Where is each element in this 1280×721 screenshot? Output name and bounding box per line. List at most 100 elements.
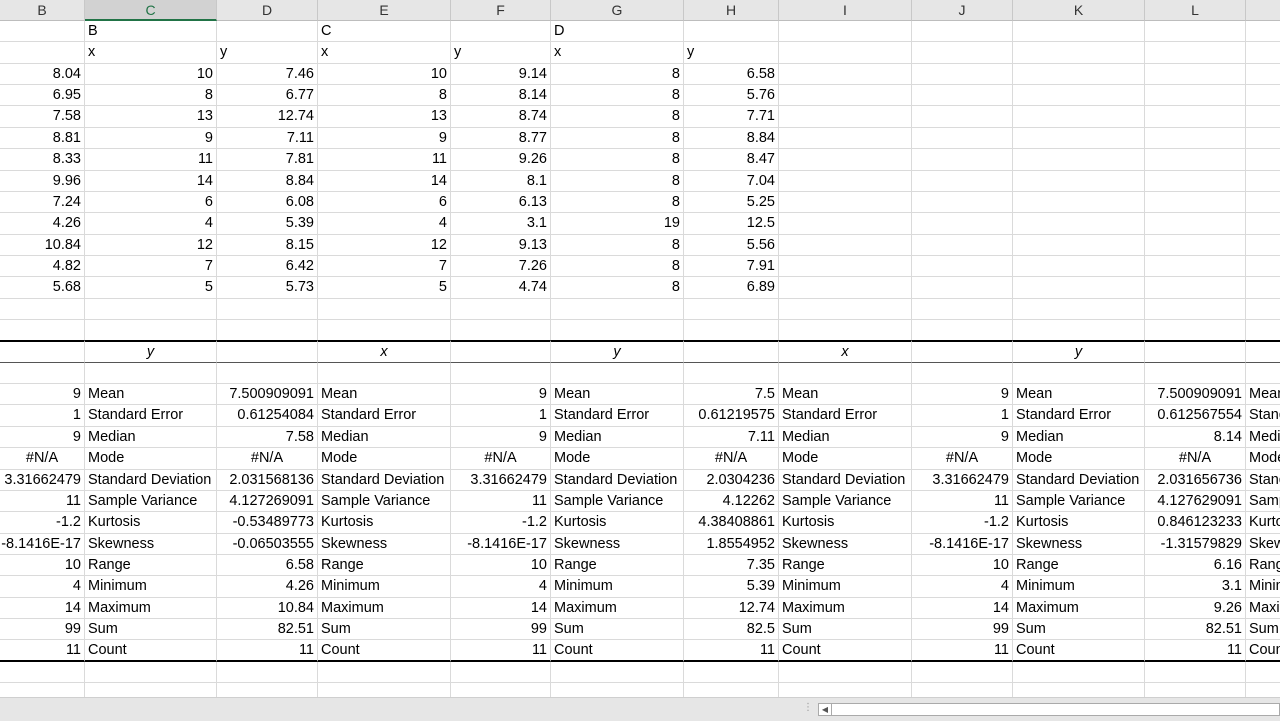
cell-e1[interactable]: C [318, 21, 451, 43]
cell-d27[interactable]: 4.26 [217, 576, 318, 598]
cell-l1[interactable] [1145, 21, 1246, 43]
cell-k1[interactable] [1013, 21, 1145, 43]
cell-l3[interactable] [1145, 63, 1246, 86]
cell-g23[interactable]: Sample Variance [551, 490, 684, 513]
cell-j17[interactable] [912, 362, 1013, 385]
cell-j32[interactable] [912, 683, 1013, 697]
cell-g9[interactable]: 8 [551, 191, 684, 214]
cell-i21[interactable]: Mode [779, 448, 912, 470]
cell-l2[interactable] [1145, 42, 1246, 64]
column-header-c[interactable]: C [85, 0, 217, 21]
cell-h29[interactable]: 82.5 [684, 619, 779, 641]
cell-f6[interactable]: 8.77 [451, 127, 551, 150]
cell-g3[interactable]: 8 [551, 63, 684, 86]
cell-f29[interactable]: 99 [451, 619, 551, 641]
cell-b27[interactable]: 4 [0, 576, 85, 598]
cell-f3[interactable]: 9.14 [451, 63, 551, 86]
cell-f25[interactable]: -8.1416E-17 [451, 533, 551, 555]
cell-l25[interactable]: -1.31579829 [1145, 533, 1246, 555]
cell-c26[interactable]: Range [85, 555, 217, 577]
cell-g12[interactable]: 8 [551, 255, 684, 278]
cell-e14[interactable] [318, 298, 451, 321]
cell-h24[interactable]: 4.38408861 [684, 512, 779, 534]
cell-d28[interactable]: 10.84 [217, 597, 318, 620]
cell-c2[interactable]: x [85, 42, 217, 64]
cell-k19[interactable]: Standard Error [1013, 405, 1145, 427]
cell-g11[interactable]: 8 [551, 234, 684, 256]
cell-m9[interactable] [1246, 192, 1280, 214]
cell-d18[interactable]: 7.500909091 [217, 384, 318, 406]
cell-c5[interactable]: 13 [85, 106, 217, 128]
cell-h5[interactable]: 7.71 [684, 106, 779, 128]
cell-d6[interactable]: 7.11 [217, 127, 318, 150]
cell-m1[interactable] [1246, 21, 1280, 43]
cell-i27[interactable]: Minimum [779, 576, 912, 598]
cell-d31[interactable] [217, 661, 318, 684]
spreadsheet-grid[interactable]: BCDEFGHIJKLMBCDxyxyxy8.04107.46109.1486.… [0, 0, 1280, 697]
cell-e24[interactable]: Kurtosis [318, 512, 451, 534]
cell-k7[interactable] [1013, 149, 1145, 171]
cell-h4[interactable]: 5.76 [684, 85, 779, 107]
cell-e29[interactable]: Sum [318, 619, 451, 641]
cell-f4[interactable]: 8.14 [451, 85, 551, 107]
cell-d29[interactable]: 82.51 [217, 619, 318, 641]
cell-i12[interactable] [779, 255, 912, 278]
cell-d21[interactable]: #N/A [217, 448, 318, 470]
cell-e20[interactable]: Median [318, 426, 451, 449]
cell-c29[interactable]: Sum [85, 619, 217, 641]
cell-k17[interactable] [1013, 362, 1145, 385]
cell-k6[interactable] [1013, 127, 1145, 150]
cell-l28[interactable]: 9.26 [1145, 597, 1246, 620]
cell-i8[interactable] [779, 170, 912, 192]
cell-m7[interactable] [1246, 149, 1280, 171]
cell-i30[interactable]: Count [779, 640, 912, 662]
cell-f10[interactable]: 3.1 [451, 213, 551, 235]
cell-i32[interactable] [779, 683, 912, 697]
cell-b2[interactable] [0, 42, 85, 64]
cell-f7[interactable]: 9.26 [451, 149, 551, 171]
cell-c16[interactable]: y [85, 340, 217, 363]
cell-h32[interactable] [684, 683, 779, 697]
cell-f13[interactable]: 4.74 [451, 277, 551, 299]
cell-c3[interactable]: 10 [85, 63, 217, 86]
cell-m32[interactable] [1246, 683, 1280, 697]
cell-k22[interactable]: Standard Deviation [1013, 469, 1145, 491]
cell-g13[interactable]: 8 [551, 277, 684, 299]
cell-h26[interactable]: 7.35 [684, 555, 779, 577]
cell-k2[interactable] [1013, 42, 1145, 64]
cell-i22[interactable]: Standard Deviation [779, 469, 912, 491]
cell-h21[interactable]: #N/A [684, 448, 779, 470]
cell-j9[interactable] [912, 191, 1013, 214]
cell-j7[interactable] [912, 149, 1013, 171]
cell-h27[interactable]: 5.39 [684, 576, 779, 598]
splitter-handle[interactable]: ⋮ [803, 702, 813, 713]
cell-e5[interactable]: 13 [318, 106, 451, 128]
cell-k13[interactable] [1013, 277, 1145, 299]
cell-c22[interactable]: Standard Deviation [85, 469, 217, 491]
cell-h20[interactable]: 7.11 [684, 426, 779, 449]
cell-i1[interactable] [779, 21, 912, 43]
cell-k4[interactable] [1013, 85, 1145, 107]
cell-i31[interactable] [779, 661, 912, 684]
cell-m10[interactable] [1246, 213, 1280, 235]
cell-e11[interactable]: 12 [318, 234, 451, 256]
cell-f28[interactable]: 14 [451, 597, 551, 620]
cell-m23[interactable]: Sample Variance [1246, 491, 1280, 513]
cell-g18[interactable]: Mean [551, 384, 684, 406]
cell-b14[interactable] [0, 298, 85, 321]
cell-j14[interactable] [912, 298, 1013, 321]
cell-g20[interactable]: Median [551, 426, 684, 449]
cell-c9[interactable]: 6 [85, 191, 217, 214]
cell-d12[interactable]: 6.42 [217, 255, 318, 278]
cell-e2[interactable]: x [318, 42, 451, 64]
cell-b30[interactable]: 11 [0, 640, 85, 662]
cell-g2[interactable]: x [551, 42, 684, 64]
cell-l30[interactable]: 11 [1145, 640, 1246, 662]
cell-b22[interactable]: 3.31662479 [0, 469, 85, 491]
cell-l5[interactable] [1145, 106, 1246, 128]
cell-b17[interactable] [0, 362, 85, 385]
cell-d24[interactable]: -0.53489773 [217, 512, 318, 534]
cell-b26[interactable]: 10 [0, 555, 85, 577]
cell-j12[interactable] [912, 255, 1013, 278]
cell-d13[interactable]: 5.73 [217, 277, 318, 299]
